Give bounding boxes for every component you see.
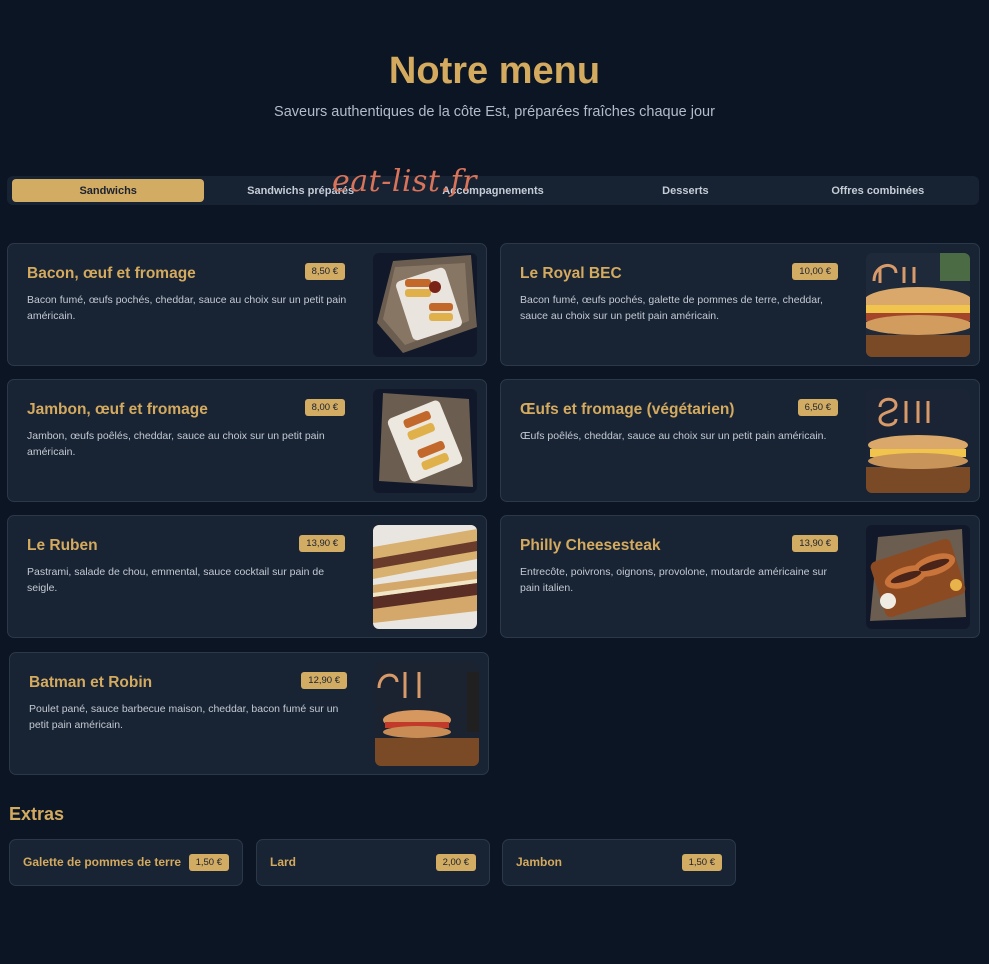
category-tabs: Sandwichs Sandwichs préparés Accompagnem… [7,176,979,205]
price-badge: 8,50 € [304,263,345,280]
deli-sandwich-photo [866,253,970,357]
menu-item-card[interactable]: Philly Cheesesteak 13,90 € Entrecôte, po… [500,515,980,638]
price-badge: 2,00 € [435,854,476,871]
price-badge: 13,90 € [792,535,838,552]
deli-sandwich-photo [866,389,970,493]
menu-item-card[interactable]: Le Ruben 13,90 € Pastrami, salade de cho… [7,515,487,638]
tab-offres-combinees[interactable]: Offres combinées [782,179,974,202]
tab-sandwichs-prepares[interactable]: Sandwichs préparés [204,179,396,202]
price-badge: 1,50 € [188,854,229,871]
price-badge: 1,50 € [681,854,722,871]
grilled-sandwich-photo [373,525,477,629]
menu-item-card[interactable]: Batman et Robin 12,90 € Poulet pané, sau… [9,652,489,775]
menu-item-card[interactable]: Bacon, œuf et fromage 8,50 € Bacon fumé,… [7,243,487,366]
item-name: Batman et Robin [29,674,153,691]
price-badge: 6,50 € [797,399,838,416]
menu-item-card[interactable]: Œufs et fromage (végétarien) 6,50 € Œufs… [500,379,980,502]
tab-accompagnements[interactable]: Accompagnements [397,179,589,202]
item-description: Jambon, œufs poêlés, cheddar, sauce au c… [27,430,325,458]
price-badge: 10,00 € [792,263,838,280]
menu-item-card[interactable]: Jambon, œuf et fromage 8,00 € Jambon, œu… [7,379,487,502]
deli-sandwich-photo [375,662,479,766]
extra-item-card[interactable]: Jambon 1,50 € [502,839,736,886]
item-name: Le Ruben [27,537,98,554]
item-description: Entrecôte, poivrons, oignons, provolone,… [520,566,828,594]
sandwich-plate-photo [373,253,477,357]
extra-name: Galette de pommes de terre [23,855,182,869]
cheesesteak-board-photo [866,525,970,629]
price-badge: 12,90 € [301,672,347,689]
tab-sandwichs[interactable]: Sandwichs [12,179,205,202]
tab-desserts[interactable]: Desserts [589,179,781,202]
item-description: Bacon fumé, œufs pochés, galette de pomm… [520,294,823,322]
item-name: Philly Cheesesteak [520,537,661,554]
price-badge: 8,00 € [304,399,345,416]
item-name: Jambon, œuf et fromage [27,401,208,418]
extra-name: Jambon [516,855,563,869]
extra-item-card[interactable]: Lard 2,00 € [256,839,490,886]
item-name: Bacon, œuf et fromage [27,265,196,282]
item-name: Œufs et fromage (végétarien) [520,401,735,418]
item-description: Poulet pané, sauce barbecue maison, ched… [29,703,339,731]
sandwich-plate-photo [373,389,477,493]
page-title: Notre menu [388,50,601,92]
price-badge: 13,90 € [299,535,345,552]
menu-item-card[interactable]: Le Royal BEC 10,00 € Bacon fumé, œufs po… [500,243,980,366]
item-description: Pastrami, salade de chou, emmental, sauc… [27,566,325,594]
item-name: Le Royal BEC [520,265,622,282]
extras-heading: Extras [9,804,65,824]
extra-item-card[interactable]: Galette de pommes de terre 1,50 € [9,839,243,886]
page-subtitle: Saveurs authentiques de la côte Est, pré… [274,104,715,120]
item-description: Bacon fumé, œufs pochés, cheddar, sauce … [27,294,347,322]
extra-name: Lard [270,855,297,869]
item-description: Œufs poêlés, cheddar, sauce au choix sur… [520,430,827,442]
